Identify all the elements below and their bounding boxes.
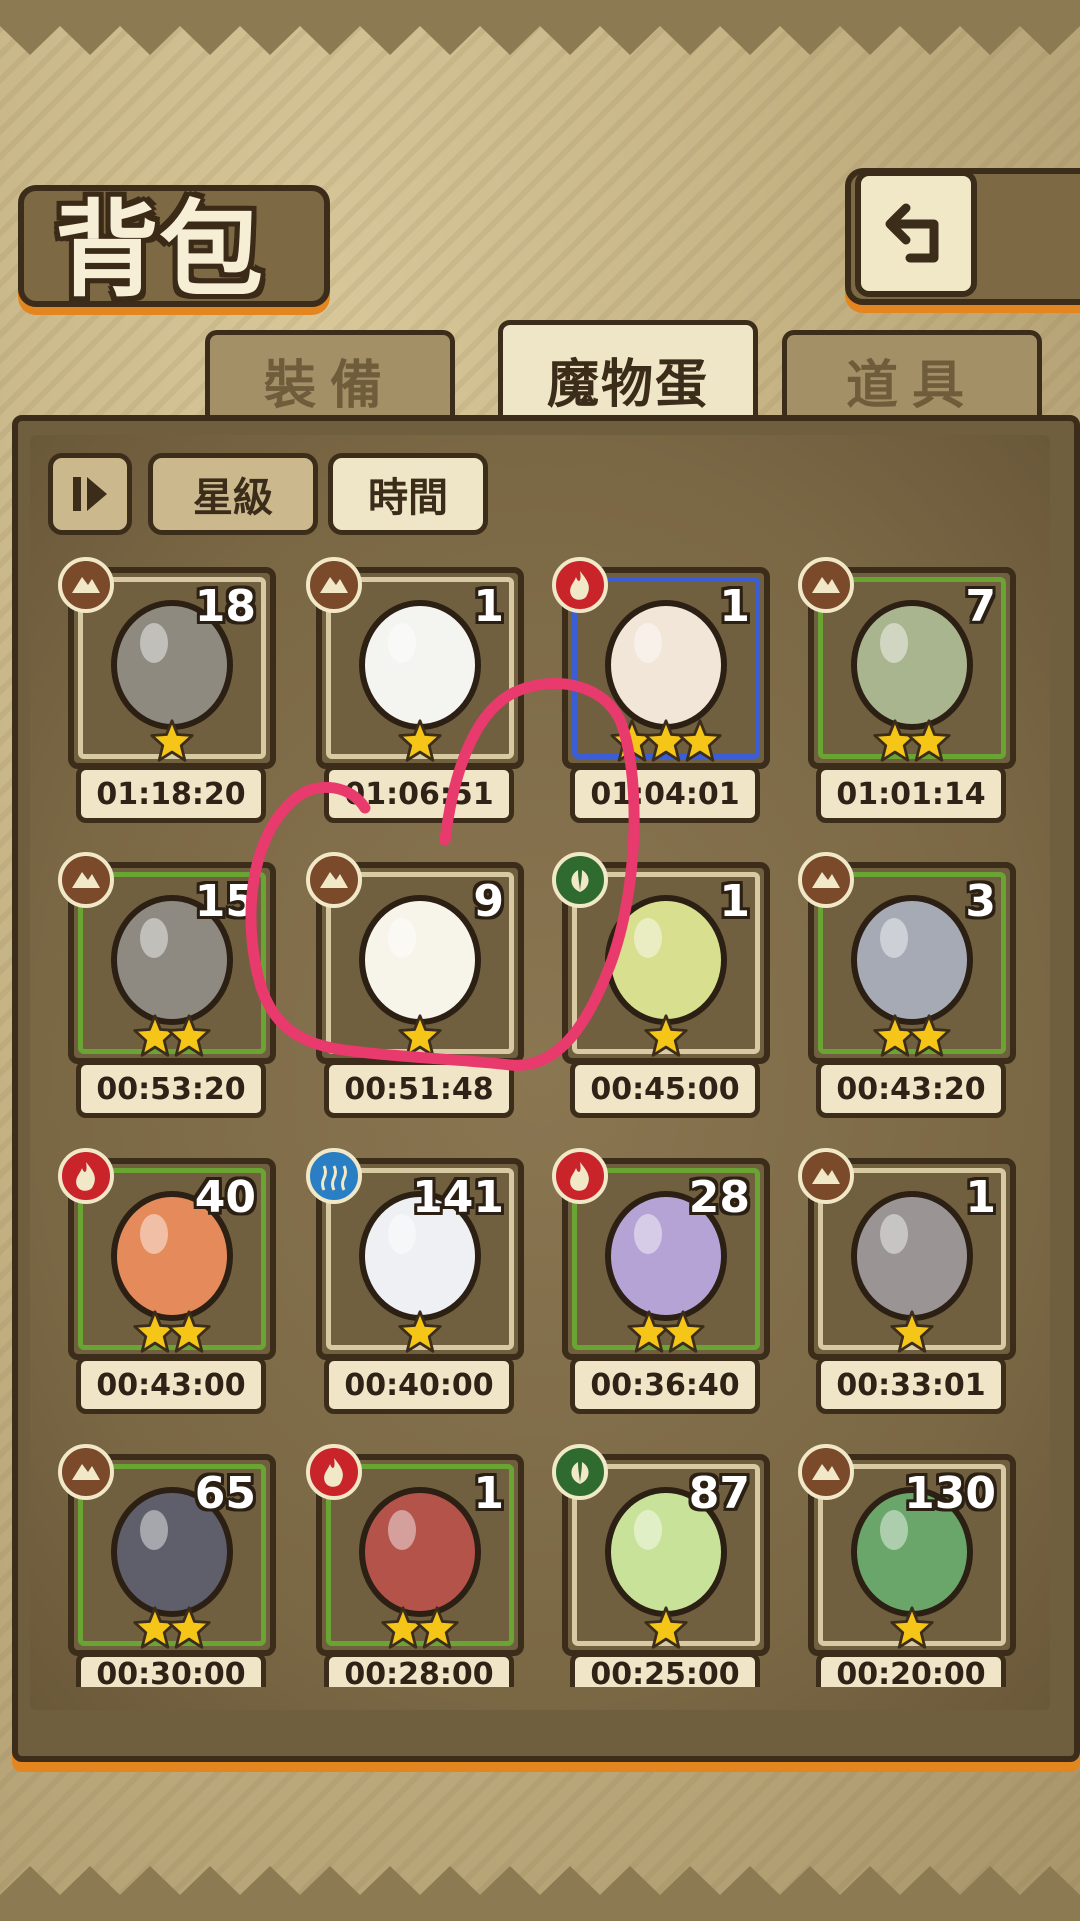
hatch-timer: 00:43:20: [816, 1060, 1006, 1118]
hatch-timer: 00:43:00: [76, 1356, 266, 1414]
star-rating: [568, 715, 764, 767]
star-icon: [167, 1014, 211, 1057]
egg-count: 1: [965, 1172, 996, 1223]
egg-count: 87: [688, 1468, 750, 1519]
hatch-timer: 00:30:00: [76, 1652, 266, 1687]
star-icon: [415, 1606, 459, 1649]
star-rating: [322, 1306, 518, 1358]
back-button[interactable]: [855, 170, 977, 297]
star-icon: [150, 719, 194, 762]
star-icon: [398, 1014, 442, 1057]
hatch-timer: 01:04:01: [570, 765, 760, 823]
star-rating: [322, 1602, 518, 1654]
fire-element-icon: [552, 1148, 608, 1204]
hatch-timer: 00:33:01: [816, 1356, 1006, 1414]
egg-count: 130: [904, 1468, 996, 1519]
earth-element-icon: [798, 1444, 854, 1500]
fire-element-icon: [306, 1444, 362, 1500]
fire-element-icon: [552, 557, 608, 613]
star-rating: [568, 1306, 764, 1358]
star-icon: [644, 1606, 688, 1649]
hatch-timer: 01:06:51: [324, 765, 514, 823]
hatch-timer: 00:45:00: [570, 1060, 760, 1118]
star-icon: [167, 1606, 211, 1649]
page-title: 背包: [55, 188, 264, 311]
egg-count: 65: [194, 1468, 256, 1519]
egg-count: 28: [688, 1172, 750, 1223]
egg-count: 9: [473, 876, 504, 927]
fire-element-icon: [58, 1148, 114, 1204]
star-rating: [74, 715, 270, 767]
earth-element-icon: [306, 852, 362, 908]
sort-toggle-button[interactable]: [48, 453, 132, 535]
hatch-timer: 00:40:00: [324, 1356, 514, 1414]
earth-element-icon: [798, 1148, 854, 1204]
egg-count: 7: [965, 581, 996, 632]
earth-element-icon: [58, 1444, 114, 1500]
hatch-timer: 00:20:00: [816, 1652, 1006, 1687]
water-element-icon: [306, 1148, 362, 1204]
hatch-timer: 01:01:14: [816, 765, 1006, 823]
plant-element-icon: [552, 852, 608, 908]
tab-items[interactable]: 道具: [782, 330, 1042, 425]
star-icon: [907, 1014, 951, 1057]
hatch-timer: 00:51:48: [324, 1060, 514, 1118]
plant-element-icon: [552, 1444, 608, 1500]
star-rating: [814, 1306, 1010, 1358]
star-rating: [74, 1602, 270, 1654]
earth-element-icon: [58, 557, 114, 613]
sort-by-time-button[interactable]: 時間: [328, 453, 488, 535]
star-icon: [907, 719, 951, 762]
egg-count: 18: [194, 581, 256, 632]
hatch-timer: 01:18:20: [76, 765, 266, 823]
star-icon: [398, 719, 442, 762]
hatch-timer: 00:36:40: [570, 1356, 760, 1414]
zigzag-border-top: [0, 0, 1080, 55]
egg-count: 1: [473, 1468, 504, 1519]
egg-count: 141: [412, 1172, 504, 1223]
earth-element-icon: [58, 852, 114, 908]
hatch-timer: 00:25:00: [570, 1652, 760, 1687]
star-icon: [167, 1310, 211, 1353]
egg-count: 1: [473, 581, 504, 632]
star-icon: [890, 1310, 934, 1353]
star-icon: [644, 1014, 688, 1057]
egg-count: 1: [719, 876, 750, 927]
star-rating: [814, 1602, 1010, 1654]
star-icon: [661, 1310, 705, 1353]
sort-by-star-button[interactable]: 星級: [148, 453, 318, 535]
sort-toggle-icon: [73, 477, 107, 511]
star-rating: [814, 715, 1010, 767]
zigzag-border-bottom: [0, 1866, 1080, 1921]
star-rating: [814, 1010, 1010, 1062]
star-rating: [322, 1010, 518, 1062]
back-arrow-icon: [885, 203, 939, 262]
star-rating: [74, 1306, 270, 1358]
star-icon: [398, 1310, 442, 1353]
star-rating: [568, 1602, 764, 1654]
star-rating: [322, 715, 518, 767]
hatch-timer: 00:53:20: [76, 1060, 266, 1118]
star-rating: [74, 1010, 270, 1062]
egg-count: 15: [194, 876, 256, 927]
egg-count: 3: [965, 876, 996, 927]
tab-equipment[interactable]: 裝備: [205, 330, 455, 425]
hatch-timer: 00:28:00: [324, 1652, 514, 1687]
earth-element-icon: [798, 557, 854, 613]
earth-element-icon: [306, 557, 362, 613]
egg-count: 40: [194, 1172, 256, 1223]
earth-element-icon: [798, 852, 854, 908]
star-icon: [678, 719, 722, 762]
star-icon: [890, 1606, 934, 1649]
star-rating: [568, 1010, 764, 1062]
egg-count: 1: [719, 581, 750, 632]
